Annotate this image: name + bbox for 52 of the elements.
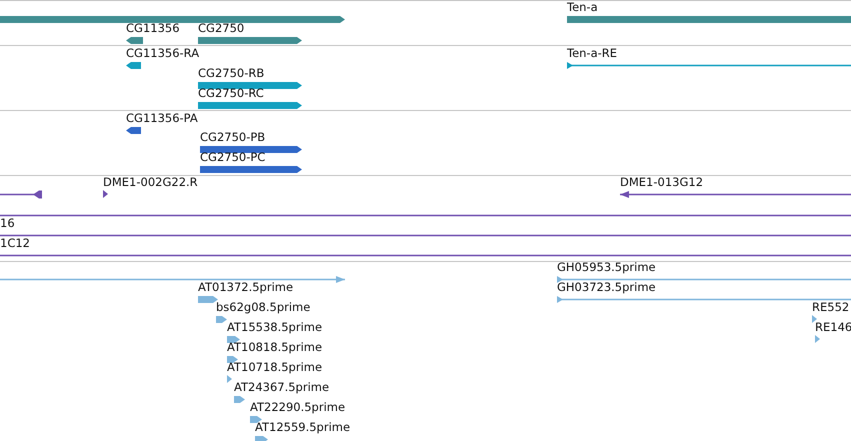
feature-bar[interactable] (567, 16, 851, 22)
feature-bar[interactable] (216, 316, 227, 322)
feature-bar[interactable] (126, 62, 141, 68)
feature-bar[interactable] (0, 16, 345, 22)
feature-bar[interactable] (198, 102, 302, 108)
feature-bar[interactable] (126, 36, 143, 44)
feature-label: AT12559.5prime (255, 421, 350, 434)
feature-line[interactable] (567, 60, 851, 70)
feature-label: AT15538.5prime (227, 321, 322, 334)
feature-line[interactable] (0, 190, 42, 198)
feature-label: DME1-013G12 (620, 176, 704, 189)
feature-label: CG2750-RB (198, 67, 264, 80)
feature-line[interactable] (0, 254, 851, 256)
feature-bar[interactable] (255, 436, 268, 441)
feature-label: CG11356 (126, 22, 180, 35)
feature-bar[interactable] (198, 36, 302, 44)
feature-label: RE552 (812, 301, 850, 314)
feature-marker[interactable] (812, 315, 817, 323)
feature-label: AT24367.5prime (234, 381, 330, 394)
feature-label: AT10718.5prime (227, 361, 322, 374)
feature-label: GH05953.5prime (557, 261, 656, 274)
feature-bar[interactable] (198, 296, 218, 302)
feature-label: CG11356-RA (126, 47, 200, 60)
feature-label: DME1-002G22.R (103, 176, 198, 189)
feature-label: CG11356-PA (126, 112, 198, 125)
feature-bar[interactable] (227, 356, 238, 362)
feature-label: 16 (0, 217, 15, 230)
feature-label: CG2750-PC (200, 151, 266, 164)
feature-bar[interactable] (126, 126, 141, 134)
feature-line[interactable] (0, 214, 851, 216)
feature-bar[interactable] (200, 146, 302, 152)
feature-bar[interactable] (198, 82, 302, 88)
feature-label: CG2750 (198, 22, 244, 35)
feature-line[interactable] (0, 234, 851, 236)
feature-label: Ten-a (567, 1, 598, 14)
feature-bar[interactable] (200, 166, 302, 172)
feature-bar[interactable] (250, 416, 262, 422)
feature-label: CG2750-PB (200, 131, 266, 144)
feature-label: CG2750-RC (198, 87, 264, 100)
feature-marker[interactable] (103, 190, 108, 198)
feature-label: GH03723.5prime (557, 281, 656, 294)
feature-label: AT01372.5prime (198, 281, 294, 294)
feature-bar[interactable] (234, 396, 245, 402)
feature-label: bs62g08.5prime (216, 301, 310, 314)
feature-marker[interactable] (227, 375, 232, 383)
feature-label: Ten-a-RE (567, 47, 618, 60)
feature-label: 1C12 (0, 237, 30, 250)
feature-label: AT10818.5prime (227, 341, 322, 354)
feature-marker[interactable] (815, 335, 820, 343)
feature-label: AT22290.5prime (250, 401, 346, 414)
feature-bar[interactable] (227, 336, 240, 342)
feature-line[interactable] (620, 190, 851, 198)
